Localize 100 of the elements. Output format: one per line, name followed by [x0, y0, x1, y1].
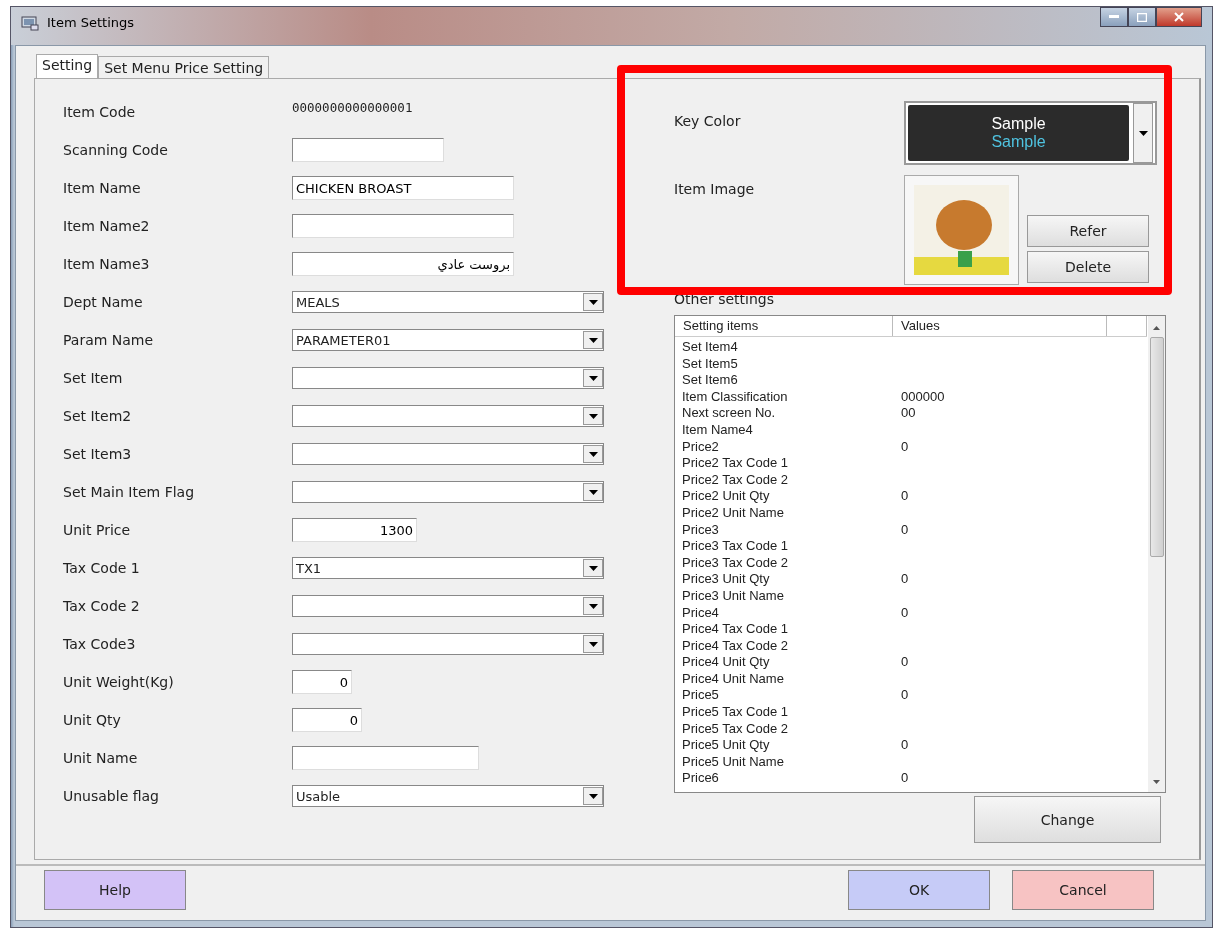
text-field[interactable]: CHICKEN BROAST — [292, 176, 514, 200]
cancel-button[interactable]: Cancel — [1012, 870, 1154, 910]
field-label: Unit Qty — [63, 712, 122, 728]
setting-value: 0 — [901, 521, 909, 539]
key-color-dropdown[interactable]: Sample Sample — [904, 101, 1157, 165]
dropdown-arrow-icon — [588, 375, 598, 381]
setting-item[interactable]: Price5 — [682, 687, 901, 705]
number-field[interactable]: 1300 — [292, 518, 417, 542]
setting-value: 0 — [901, 654, 909, 671]
tab[interactable]: Setting — [36, 54, 99, 78]
scrollbar-thumb[interactable] — [1149, 337, 1164, 557]
setting-item[interactable]: Next screen No. — [682, 405, 901, 422]
window-title: Item Settings — [47, 15, 135, 30]
dropdown-arrow-icon — [588, 603, 598, 609]
setting-item[interactable]: Price3 Tax Code 2 — [682, 554, 901, 572]
dropdown-field[interactable] — [292, 595, 604, 617]
field-label: Unit Name — [63, 750, 139, 766]
close-icon — [1174, 12, 1184, 22]
tab[interactable]: Set Menu Price Setting — [98, 56, 270, 78]
setting-value: 0 — [901, 770, 909, 788]
field-label: Dept Name — [63, 294, 144, 310]
image-action-button[interactable]: Delete — [1027, 251, 1149, 283]
field-label: Unit Weight(Kg) — [63, 674, 175, 690]
dropdown-field[interactable] — [292, 443, 604, 465]
text-field[interactable]: بروست عادي — [292, 252, 514, 276]
item-code-value: 0000000000000001 — [292, 99, 413, 115]
help-button[interactable]: Help — [44, 870, 186, 910]
ok-button[interactable]: OK — [848, 870, 990, 910]
setting-item[interactable]: Price3 Tax Code 1 — [682, 538, 901, 555]
image-action-button[interactable]: Refer — [1027, 215, 1149, 247]
setting-item[interactable]: Price2 — [682, 438, 901, 456]
field-label: Set Item2 — [63, 408, 133, 424]
change-button[interactable]: Change — [974, 796, 1161, 843]
sample-text: Sample — [991, 133, 1046, 151]
setting-item[interactable]: Price3 Unit Name — [682, 587, 901, 605]
dropdown-arrow-icon — [588, 337, 598, 343]
setting-item[interactable]: Price5 Unit Qty — [682, 737, 901, 754]
window-icon — [21, 15, 39, 31]
field-label: Scanning Code — [63, 142, 169, 158]
field-label: Tax Code3 — [63, 636, 137, 652]
setting-item[interactable]: Price2 Unit Qty — [682, 488, 901, 505]
dropdown-field[interactable]: PARAMETER01 — [292, 329, 604, 351]
dropdown-arrow-icon — [588, 489, 598, 495]
setting-item[interactable]: Price2 Tax Code 2 — [682, 471, 901, 489]
item-image-label: Item Image — [674, 180, 756, 199]
dropdown-field[interactable] — [292, 405, 604, 427]
dropdown-field[interactable]: TX1 — [292, 557, 604, 579]
text-field[interactable] — [292, 214, 514, 238]
setting-item[interactable]: Price5 Unit Name — [682, 753, 901, 771]
setting-item[interactable]: Set Item6 — [682, 372, 901, 389]
field-label: Tax Code 2 — [63, 598, 141, 614]
field-label: Set Item3 — [63, 446, 133, 462]
setting-item[interactable]: Price4 Unit Qty — [682, 654, 901, 671]
dropdown-arrow-icon — [1138, 130, 1148, 136]
text-field[interactable] — [292, 746, 479, 770]
scrollbar[interactable] — [1148, 316, 1165, 792]
setting-item[interactable]: Price4 Unit Name — [682, 670, 901, 688]
field-label: Item Name — [63, 180, 142, 196]
field-label: Unit Price — [63, 522, 132, 538]
setting-item[interactable]: Set Item4 — [682, 339, 901, 356]
dropdown-field[interactable]: Usable — [292, 785, 604, 807]
dropdown-arrow-icon — [588, 413, 598, 419]
number-field[interactable]: 0 — [292, 670, 352, 694]
setting-item[interactable]: Price6 — [682, 770, 901, 788]
setting-item[interactable]: Price4 Tax Code 1 — [682, 621, 901, 638]
minimize-button[interactable] — [1100, 7, 1128, 27]
setting-item[interactable]: Item Classification — [682, 388, 901, 406]
setting-item[interactable]: Price4 — [682, 604, 901, 622]
setting-item[interactable]: Price5 Tax Code 1 — [682, 704, 901, 721]
setting-value: 00 — [901, 405, 916, 422]
setting-value: 0 — [901, 687, 909, 705]
setting-item[interactable]: Price3 — [682, 521, 901, 539]
field-label: Set Main Item Flag — [63, 484, 196, 500]
setting-item[interactable]: Price3 Unit Qty — [682, 571, 901, 588]
dropdown-field[interactable] — [292, 481, 604, 503]
minimize-icon — [1109, 15, 1119, 19]
maximize-button[interactable] — [1128, 7, 1156, 27]
key-color-label: Key Color — [674, 112, 742, 131]
setting-item[interactable]: Price2 Unit Name — [682, 504, 901, 522]
dropdown-field[interactable] — [292, 633, 604, 655]
scroll-up-icon — [1153, 326, 1160, 330]
setting-item[interactable]: Set Item5 — [682, 355, 901, 373]
column-header[interactable]: Values — [893, 316, 1107, 336]
dropdown-arrow-icon — [588, 451, 598, 457]
setting-item[interactable]: Price4 Tax Code 2 — [682, 637, 901, 655]
setting-item[interactable]: Price5 Tax Code 2 — [682, 720, 901, 738]
close-button[interactable] — [1156, 7, 1202, 27]
text-field[interactable] — [292, 138, 444, 162]
number-field[interactable]: 0 — [292, 708, 362, 732]
dropdown-field[interactable]: MEALS — [292, 291, 604, 313]
setting-value: 0 — [901, 604, 909, 622]
dropdown-arrow-icon — [588, 565, 598, 571]
setting-item[interactable]: Item Name4 — [682, 421, 901, 439]
setting-item[interactable]: Price2 Tax Code 1 — [682, 455, 901, 472]
column-header[interactable]: Setting items — [675, 316, 893, 336]
setting-value: 0 — [901, 488, 909, 505]
field-label: Tax Code 1 — [63, 560, 141, 576]
dropdown-field[interactable] — [292, 367, 604, 389]
field-label: Set Item — [63, 370, 124, 386]
scroll-down-icon — [1153, 780, 1160, 784]
